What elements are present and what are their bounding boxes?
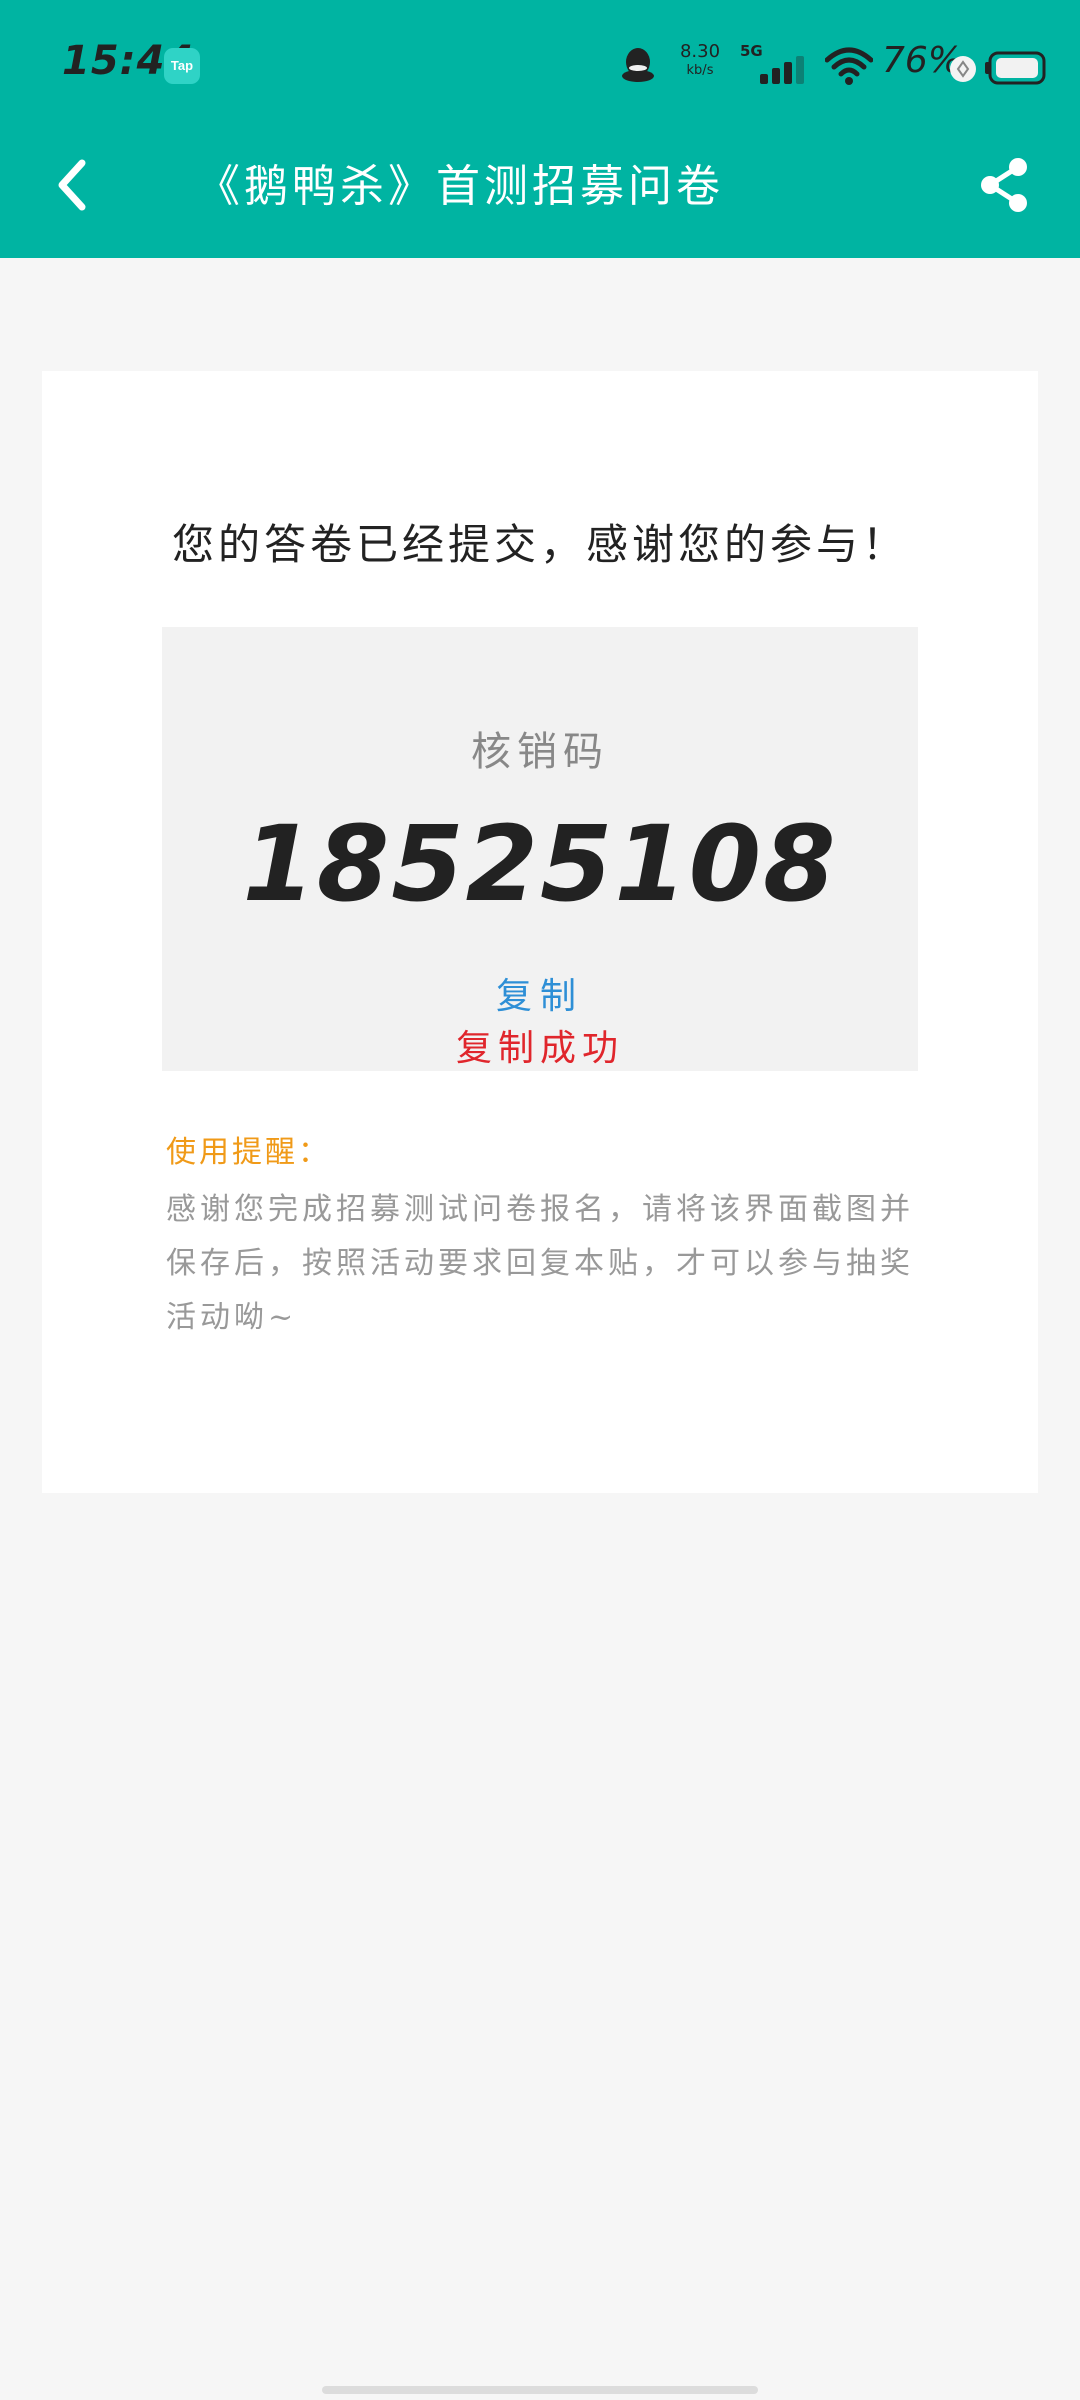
submission-result-card: 您的答卷已经提交，感谢您的参与！ 核销码 18525108 复制 复制成功 使用… bbox=[42, 371, 1038, 1493]
network-speed-unit: kb/s bbox=[686, 63, 714, 78]
wifi-icon bbox=[825, 47, 873, 85]
verification-code-label: 核销码 bbox=[471, 729, 609, 775]
share-icon[interactable] bbox=[976, 155, 1032, 215]
usage-tip-title: 使用提醒： bbox=[166, 1135, 331, 1170]
submission-thanks-message: 您的答卷已经提交，感谢您的参与！ bbox=[171, 520, 908, 569]
usage-tip-body: 感谢您完成招募测试问卷报名，请将该界面截图并保存后，按照活动要求回复本贴，才可以… bbox=[166, 1192, 914, 1335]
battery-icon bbox=[985, 51, 1046, 85]
status-bar: 15:44 Tap 8.30 kb/s 5G 76% bbox=[0, 0, 1080, 130]
app-header: 15:44 Tap 8.30 kb/s 5G 76% 《鹅鸭杀》首测招募问卷 bbox=[0, 0, 1080, 258]
verification-code-value: 18525108 bbox=[242, 803, 838, 925]
verification-code-box: 核销码 18525108 复制 复制成功 bbox=[162, 627, 918, 1071]
back-chevron-icon[interactable] bbox=[50, 155, 96, 215]
power-saving-icon bbox=[950, 56, 976, 82]
copy-code-button[interactable]: 复制 bbox=[440, 967, 640, 1017]
qq-notification-icon bbox=[622, 48, 654, 82]
taptap-notification-icon: Tap bbox=[164, 48, 200, 84]
signal-strength-icon bbox=[760, 56, 804, 84]
network-speed: 8.30 kb/s bbox=[675, 42, 725, 80]
page-title: 《鹅鸭杀》首测招募问卷 bbox=[196, 161, 724, 212]
home-indicator-bar[interactable] bbox=[322, 2386, 758, 2394]
copy-success-message: 复制成功 bbox=[455, 1028, 624, 1069]
network-speed-value: 8.30 bbox=[679, 41, 721, 62]
